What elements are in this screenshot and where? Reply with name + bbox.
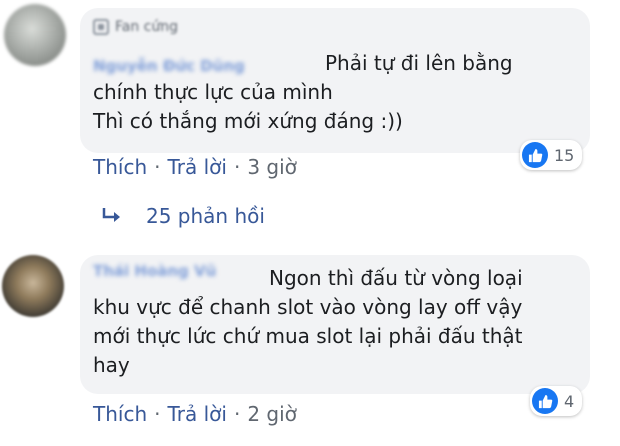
reaction-summary[interactable]: 4	[530, 386, 583, 416]
separator-dot: ·	[233, 402, 241, 426]
fan-badge-label: Fan cứng	[115, 19, 178, 35]
fan-badge: Fan cứng	[93, 16, 178, 38]
replies-count-label[interactable]: 25 phản hồi	[146, 204, 265, 228]
comment-actions: Thích · Trả lời · 3 giờ	[93, 155, 297, 179]
reaction-summary[interactable]: 15	[520, 140, 583, 170]
timestamp[interactable]: 2 giờ	[247, 402, 297, 426]
like-link[interactable]: Thích	[93, 155, 147, 179]
reply-link[interactable]: Trả lời	[167, 155, 226, 179]
avatar[interactable]	[2, 255, 64, 317]
avatar[interactable]	[4, 4, 66, 66]
like-thumb-icon	[532, 388, 558, 414]
comment-text: Ngon thì đấu từ vòng loại khu vực để cha…	[93, 266, 523, 377]
separator-dot: ·	[233, 155, 241, 179]
reply-link[interactable]: Trả lời	[167, 402, 226, 426]
comment-actions: Thích · Trả lời · 2 giờ	[93, 402, 297, 426]
reaction-count: 15	[554, 145, 575, 165]
separator-dot: ·	[154, 402, 161, 426]
fan-badge-icon	[93, 19, 109, 35]
like-link[interactable]: Thích	[93, 402, 147, 426]
view-replies-link[interactable]: 25 phản hồi	[100, 204, 265, 228]
comment-text: Phải tự đi lên bằng chính thực lực của m…	[93, 51, 513, 133]
separator-dot: ·	[154, 155, 161, 179]
reply-arrow-icon	[102, 208, 120, 222]
reaction-count: 4	[564, 391, 575, 411]
like-thumb-icon	[522, 142, 548, 168]
timestamp[interactable]: 3 giờ	[247, 155, 297, 179]
